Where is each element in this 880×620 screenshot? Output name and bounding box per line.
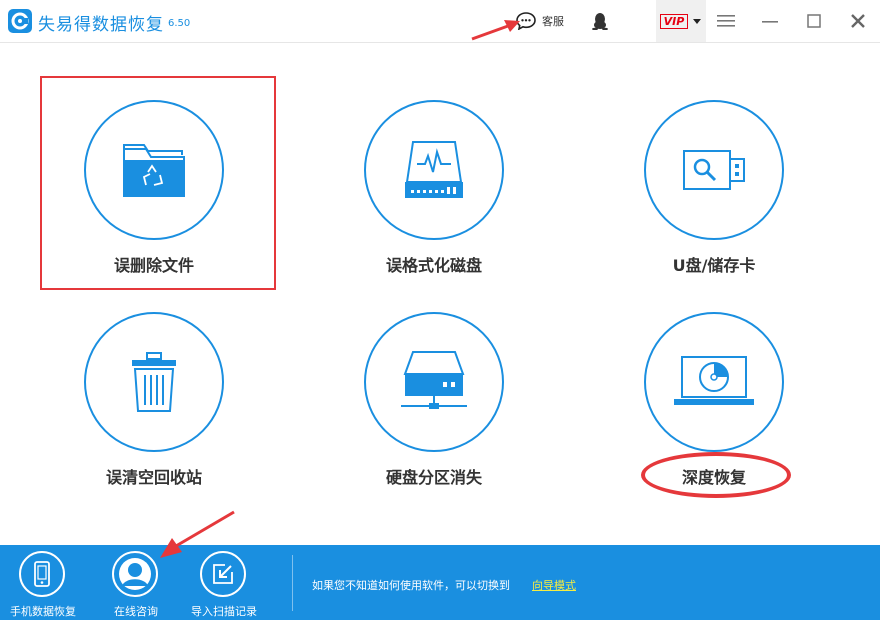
bottom-bar: 手机数据恢复 在线咨询 导入扫描记录 如果您不知道如何使用软件，可以切换到 向导… — [0, 545, 880, 620]
bb-label: 导入扫描记录 — [191, 605, 257, 618]
tile-circle — [364, 100, 504, 240]
tile-label: 误清空回收站 — [105, 468, 202, 487]
close-icon — [851, 14, 865, 28]
tile-usb-memory-card[interactable]: U盘/储存卡 — [616, 100, 816, 300]
tile-deep-recovery[interactable]: 深度恢复 — [616, 312, 816, 512]
tile-label: 误删除文件 — [113, 256, 194, 275]
bb-label: 在线咨询 — [114, 605, 158, 618]
tile-missing-partition[interactable]: 硬盘分区消失 — [336, 312, 536, 512]
qq-penguin-icon — [592, 13, 608, 30]
tile-emptied-recycle-bin[interactable]: 误清空回收站 — [56, 312, 256, 512]
minimize-button[interactable] — [750, 0, 790, 42]
caret-down-icon — [693, 19, 702, 24]
tile-circle — [84, 100, 224, 240]
phone-recovery-button[interactable]: 手机数据恢复 — [0, 551, 88, 618]
maximize-icon — [807, 14, 821, 28]
minimize-icon — [762, 21, 778, 23]
online-consult-button[interactable]: 在线咨询 — [91, 551, 181, 618]
mode-hint-text: 如果您不知道如何使用软件，可以切换到 — [312, 579, 510, 592]
user-avatar-icon — [119, 558, 151, 590]
tile-deleted-files[interactable]: 误删除文件 — [56, 100, 256, 300]
menu-button[interactable] — [706, 0, 746, 42]
tile-circle — [644, 312, 784, 452]
laptop-disk-icon — [674, 356, 754, 405]
phone-icon — [34, 561, 50, 587]
import-icon — [213, 564, 233, 584]
hard-drive-pulse-icon — [405, 141, 463, 198]
chat-bubble-icon — [516, 12, 536, 30]
app-logo-icon — [8, 9, 32, 33]
wizard-mode-link[interactable]: 向导模式 — [532, 577, 576, 593]
tile-label: 硬盘分区消失 — [385, 468, 482, 487]
tile-label: U盘/储存卡 — [672, 256, 756, 275]
usb-drive-icon — [683, 150, 745, 190]
hamburger-menu-icon — [717, 15, 735, 27]
import-scan-record-button[interactable]: 导入扫描记录 — [179, 551, 269, 618]
bb-circle — [200, 551, 246, 597]
close-button[interactable] — [838, 0, 878, 42]
network-drive-icon — [401, 351, 467, 409]
customer-service-label: 客服 — [542, 15, 564, 28]
tile-circle — [84, 312, 224, 452]
tile-circle — [644, 100, 784, 240]
tile-circle — [364, 312, 504, 452]
customer-service-button[interactable]: 客服 — [516, 10, 564, 32]
bb-circle — [19, 551, 65, 597]
app-version: 6.50 — [168, 18, 191, 29]
vip-dropdown[interactable]: VIP — [656, 0, 706, 42]
folder-recycle-icon — [123, 144, 185, 197]
tile-formatted-disk[interactable]: 误格式化磁盘 — [336, 100, 536, 300]
tile-label: 误格式化磁盘 — [385, 256, 482, 275]
tile-label: 深度恢复 — [681, 468, 746, 487]
app-title: 失易得数据恢复 — [38, 15, 164, 35]
bb-label: 手机数据恢复 — [10, 605, 76, 618]
trash-bin-icon — [132, 352, 176, 412]
vip-badge: VIP — [659, 13, 689, 29]
bottom-divider — [292, 555, 293, 611]
bb-circle — [112, 551, 158, 597]
title-bar: 失易得数据恢复 6.50 客服 VIP — [0, 0, 880, 43]
qq-button[interactable] — [580, 0, 620, 42]
maximize-button[interactable] — [794, 0, 834, 42]
